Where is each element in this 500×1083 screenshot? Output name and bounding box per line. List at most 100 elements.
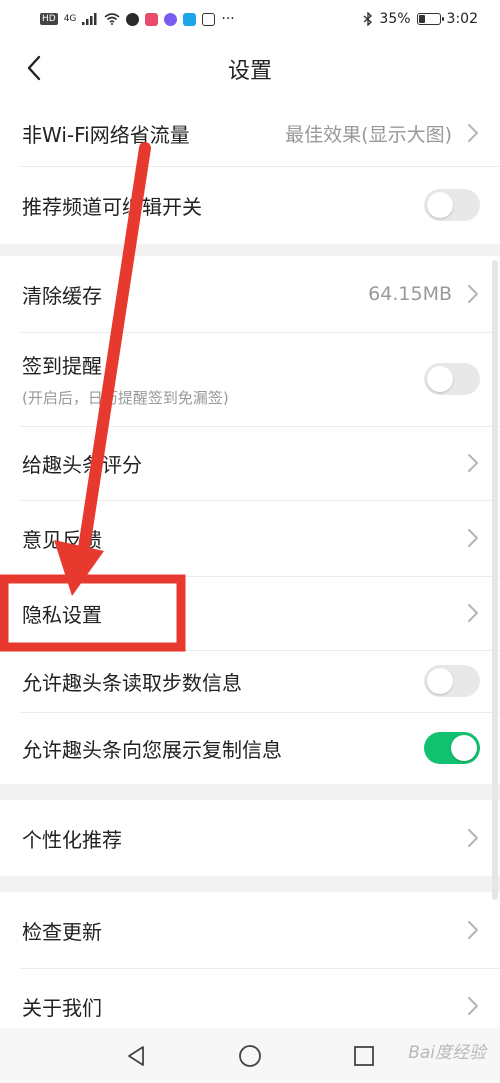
row-text: 签到提醒 (开启后，日历提醒签到免漏签) bbox=[22, 350, 229, 408]
battery-percent: 35% bbox=[379, 11, 411, 27]
chevron-right-icon bbox=[466, 528, 480, 548]
scrollbar[interactable] bbox=[492, 260, 498, 900]
row-text: 推荐频道可编辑开关 bbox=[22, 191, 202, 220]
app-icon bbox=[164, 12, 178, 26]
watermark: Bai度经验 bbox=[408, 1043, 486, 1063]
row-label: 清除缓存 bbox=[22, 283, 102, 308]
row-text: 意见反馈 bbox=[22, 524, 102, 553]
app-icon bbox=[145, 12, 159, 26]
toggle-knob bbox=[427, 668, 453, 694]
row-check-update[interactable]: 检查更新 bbox=[0, 892, 500, 968]
more-icon: ··· bbox=[221, 11, 235, 27]
row-data-saving[interactable]: 非Wi-Fi网络省流量 最佳效果(显示大图) bbox=[0, 100, 500, 166]
row-feedback[interactable]: 意见反馈 bbox=[0, 500, 500, 576]
toggle-switch[interactable] bbox=[424, 665, 480, 697]
toggle-knob bbox=[427, 192, 453, 218]
settings-group: 清除缓存 64.15MB 签到提醒 (开启后，日历提醒签到免漏签) 给趣头条评分 意见反馈… bbox=[0, 256, 500, 784]
row-text: 关于我们 bbox=[22, 992, 102, 1021]
row-step-count[interactable]: 允许趣头条读取步数信息 bbox=[0, 650, 500, 712]
row-accessory bbox=[466, 453, 480, 473]
row-label: 关于我们 bbox=[22, 995, 102, 1020]
row-label: 推荐频道可编辑开关 bbox=[22, 194, 202, 219]
chevron-right-icon bbox=[466, 828, 480, 848]
settings-group: 检查更新 关于我们 bbox=[0, 892, 500, 1044]
toggle-knob bbox=[427, 366, 453, 392]
battery-icon bbox=[416, 13, 444, 25]
nav-home-button[interactable] bbox=[236, 1042, 264, 1070]
row-label: 个性化推荐 bbox=[22, 827, 122, 852]
row-accessory bbox=[466, 996, 480, 1016]
nav-back-button[interactable] bbox=[122, 1042, 150, 1070]
toggle-switch[interactable] bbox=[424, 189, 480, 221]
row-privacy-settings[interactable]: 隐私设置 bbox=[0, 576, 500, 650]
row-accessory bbox=[424, 665, 480, 697]
row-text: 个性化推荐 bbox=[22, 824, 122, 853]
toggle-switch[interactable] bbox=[424, 732, 480, 764]
row-label: 非Wi-Fi网络省流量 bbox=[22, 122, 190, 147]
nav-bar: 设置 bbox=[0, 38, 500, 100]
row-clear-cache[interactable]: 清除缓存 64.15MB bbox=[0, 256, 500, 332]
row-label: 隐私设置 bbox=[22, 602, 102, 627]
row-text: 隐私设置 bbox=[22, 599, 102, 628]
toggle-switch[interactable] bbox=[424, 363, 480, 395]
chevron-right-icon bbox=[466, 453, 480, 473]
group-separator bbox=[0, 876, 500, 892]
settings-group: 非Wi-Fi网络省流量 最佳效果(显示大图) 推荐频道可编辑开关 bbox=[0, 100, 500, 244]
network-type: 4G bbox=[63, 14, 77, 24]
row-rate-app[interactable]: 给趣头条评分 bbox=[0, 426, 500, 500]
page-title: 设置 bbox=[227, 59, 272, 84]
row-accessory: 最佳效果(显示大图) bbox=[285, 120, 480, 147]
settings-group: 个性化推荐 bbox=[0, 800, 500, 876]
row-accessory bbox=[424, 189, 480, 221]
row-text: 检查更新 bbox=[22, 916, 102, 945]
chevron-right-icon bbox=[466, 920, 480, 940]
app-icon bbox=[183, 12, 197, 26]
row-label: 允许趣头条向您展示复制信息 bbox=[22, 737, 282, 762]
row-text: 允许趣头条向您展示复制信息 bbox=[22, 734, 282, 763]
row-accessory bbox=[466, 920, 480, 940]
app-icon bbox=[126, 12, 140, 26]
signal-icon bbox=[82, 13, 97, 25]
row-label: 意见反馈 bbox=[22, 527, 102, 552]
toggle-knob bbox=[451, 735, 477, 761]
battery-fill bbox=[418, 15, 426, 23]
group-separator bbox=[0, 784, 500, 800]
row-label: 给趣头条评分 bbox=[22, 452, 142, 477]
row-subtitle: (开启后，日历提醒签到免漏签) bbox=[22, 389, 229, 407]
row-value: 最佳效果(显示大图) bbox=[285, 123, 452, 146]
row-personalized[interactable]: 个性化推荐 bbox=[0, 800, 500, 876]
row-text: 给趣头条评分 bbox=[22, 449, 142, 478]
bluetooth-icon bbox=[363, 12, 373, 26]
row-clipboard-info[interactable]: 允许趣头条向您展示复制信息 bbox=[0, 712, 500, 784]
row-label: 检查更新 bbox=[22, 919, 102, 944]
row-accessory bbox=[424, 732, 480, 764]
row-accessory: 64.15MB bbox=[368, 283, 480, 305]
square-recent-icon bbox=[354, 1045, 374, 1066]
status-right: 35% 3:02 bbox=[363, 11, 478, 27]
nav-recent-button[interactable] bbox=[350, 1042, 378, 1070]
row-accessory bbox=[424, 363, 480, 395]
row-text: 允许趣头条读取步数信息 bbox=[22, 667, 242, 696]
row-checkin-reminder[interactable]: 签到提醒 (开启后，日历提醒签到免漏签) bbox=[0, 332, 500, 426]
row-editable-channels[interactable]: 推荐频道可编辑开关 bbox=[0, 166, 500, 244]
row-value: 64.15MB bbox=[368, 283, 452, 305]
status-bar: HD 4G ··· 35% 3:02 bbox=[0, 0, 500, 38]
circle-home-icon bbox=[239, 1044, 261, 1067]
chevron-right-icon bbox=[466, 996, 480, 1016]
row-label: 签到提醒 bbox=[22, 354, 102, 378]
chevron-left-icon bbox=[27, 55, 41, 81]
back-button[interactable] bbox=[16, 50, 52, 86]
status-icons: HD 4G ··· bbox=[40, 11, 235, 27]
row-accessory bbox=[466, 528, 480, 548]
row-label: 允许趣头条读取步数信息 bbox=[22, 670, 242, 695]
app-icon bbox=[202, 12, 216, 26]
chevron-right-icon bbox=[466, 284, 480, 304]
chevron-right-icon bbox=[466, 123, 480, 143]
group-separator bbox=[0, 244, 500, 256]
triangle-back-icon bbox=[128, 1045, 144, 1066]
hd-badge: HD bbox=[40, 13, 58, 25]
clock: 3:02 bbox=[446, 11, 478, 27]
chevron-right-icon bbox=[466, 603, 480, 623]
row-accessory bbox=[466, 828, 480, 848]
settings-list: 非Wi-Fi网络省流量 最佳效果(显示大图) 推荐频道可编辑开关 清除缓存 64.15M… bbox=[0, 100, 500, 1044]
